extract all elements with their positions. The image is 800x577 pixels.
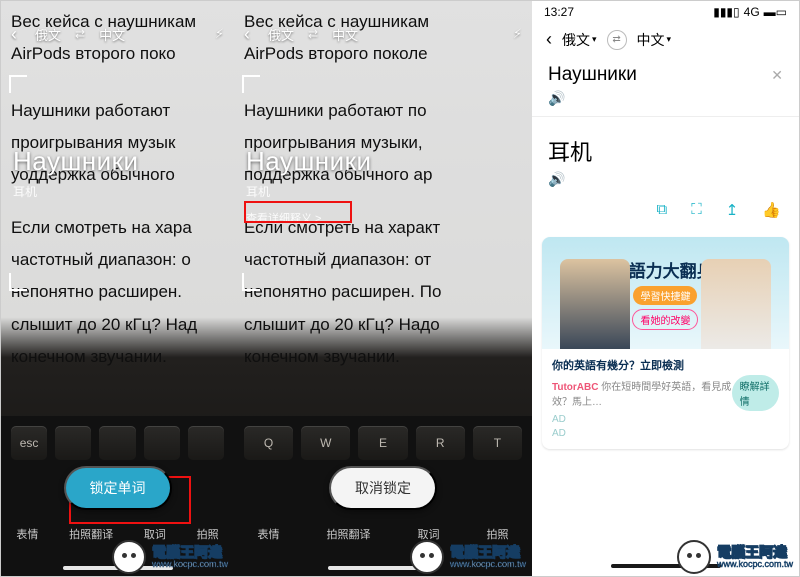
unlock-word-button[interactable]: 取消锁定 <box>329 466 437 510</box>
translate-topbar: ‹ 俄文 ⇄ 中文 ⚡︎ <box>11 19 224 49</box>
fullscreen-icon[interactable]: ⛶ <box>691 201 702 219</box>
tab-item[interactable]: 拍照翻译 <box>327 526 371 542</box>
flash-icon[interactable]: ⚡︎ <box>513 26 522 42</box>
ad-cta-button[interactable]: 瞭解詳情 <box>732 375 779 411</box>
translate-header: ‹ 俄文 ▾ ⇄ 中文 ▾ <box>532 23 799 60</box>
battery-icon: ▬▭ <box>764 5 787 19</box>
key[interactable]: W <box>301 426 350 460</box>
tab-item[interactable]: 表情 <box>258 526 280 542</box>
translate-topbar: ‹ 俄文 ⇄ 中文 ⚡︎ <box>244 19 522 49</box>
like-icon[interactable]: 👍 <box>762 201 781 219</box>
status-bar: 13:27 ▮▮▮▯ 4G ▬▭ <box>532 1 799 23</box>
action-bar: ⧉ ⛶ ↥ 👍 <box>532 197 799 231</box>
network-label: 4G <box>744 5 760 19</box>
detected-translation: 耳机 <box>13 183 226 200</box>
watermark-url: www.kocpc.com.tw <box>152 559 228 569</box>
signal-icon: ▮▮▮▯ <box>713 5 739 19</box>
copy-icon[interactable]: ⧉ <box>657 201 668 219</box>
ad-person-icon <box>701 259 771 349</box>
source-lang: 俄文 <box>562 30 590 50</box>
ad-badge: 學習快捷鍵 <box>633 286 697 305</box>
back-icon[interactable]: ‹ <box>546 29 552 50</box>
ad-question: 你的英語有幾分？立即檢測 <box>552 357 779 373</box>
chevron-down-icon: ▾ <box>592 34 597 45</box>
watermark-logo-icon <box>112 540 146 574</box>
source-lang-dropdown[interactable]: 俄文 ▾ <box>562 30 597 50</box>
watermark: 電腦王阿達 www.kocpc.com.tw <box>410 540 526 574</box>
ad-label: AD <box>552 414 779 425</box>
screenshot-3: 13:27 ▮▮▮▯ 4G ▬▭ ‹ 俄文 ▾ ⇄ 中文 ▾ Наушники … <box>532 1 799 576</box>
key[interactable] <box>55 426 91 460</box>
annotation-box <box>244 201 352 223</box>
target-lang: 中文 <box>637 30 665 50</box>
bg-line: конечном звучании. <box>11 344 224 370</box>
triptych: Вес кейса с наушникам AirPods второго по… <box>0 0 800 577</box>
watermark-name: 電腦王阿達 <box>717 545 793 559</box>
ad-person-icon <box>560 259 630 349</box>
source-word-card: Наушники ✕ 🔊 <box>532 60 799 117</box>
target-lang[interactable]: 中文 <box>332 25 358 44</box>
source-lang[interactable]: 俄文 <box>268 25 294 44</box>
target-lang-dropdown[interactable]: 中文 ▾ <box>637 30 672 50</box>
chevron-down-icon: ▾ <box>667 34 672 45</box>
watermark-name: 電腦王阿達 <box>450 545 526 559</box>
detected-word: Наушники <box>246 146 524 177</box>
detected-word: Наушники <box>13 146 226 177</box>
bg-line: слышит до 20 кГц? Надо <box>244 312 522 338</box>
bg-line: конечном звучании. <box>244 344 522 370</box>
detected-translation: 耳机 <box>246 183 524 200</box>
target-lang[interactable]: 中文 <box>99 25 125 44</box>
ad-card[interactable]: ⓘ ✕ 英語力大翻身! 學習快捷鍵 看她的改變 你的英語有幾分？立即檢測 Tut… <box>542 237 789 449</box>
key[interactable]: esc <box>11 426 47 460</box>
key[interactable] <box>144 426 180 460</box>
speak-source-icon[interactable]: 🔊 <box>548 90 565 107</box>
key[interactable] <box>188 426 224 460</box>
translation-card: 耳机 🔊 <box>532 117 799 197</box>
source-word: Наушники <box>548 64 637 86</box>
key[interactable]: E <box>358 426 407 460</box>
back-icon[interactable]: ‹ <box>11 24 17 45</box>
watermark-logo-icon <box>677 540 711 574</box>
status-time: 13:27 <box>544 5 574 19</box>
bg-line: слышит до 20 кГц? Над <box>11 312 224 338</box>
detected-word-overlay: Наушники 耳机 <box>13 146 226 200</box>
swap-icon[interactable]: ⇄ <box>308 27 318 41</box>
source-lang[interactable]: 俄文 <box>35 25 61 44</box>
key[interactable]: R <box>416 426 465 460</box>
tab-item[interactable]: 拍照翻译 <box>69 526 113 542</box>
watermark-url: www.kocpc.com.tw <box>717 559 793 569</box>
key[interactable] <box>99 426 135 460</box>
clear-icon[interactable]: ✕ <box>771 67 783 84</box>
ad-hero-image: 英語力大翻身! 學習快捷鍵 看她的改變 <box>542 237 789 349</box>
ad-brand: TutorABC <box>552 382 598 393</box>
swap-icon[interactable]: ⇄ <box>607 30 627 50</box>
screenshot-2: Вес кейса с наушникам AirPods второго по… <box>234 1 532 576</box>
ad-label: AD <box>552 428 779 439</box>
translation-text: 耳机 <box>548 135 783 167</box>
lock-word-button[interactable]: 锁定单词 <box>64 466 172 510</box>
share-icon[interactable]: ↥ <box>726 201 739 219</box>
tab-item[interactable]: 表情 <box>16 526 38 542</box>
watermark: 電腦王阿達 www.kocpc.com.tw <box>112 540 228 574</box>
watermark-url: www.kocpc.com.tw <box>450 559 526 569</box>
key[interactable]: Q <box>244 426 293 460</box>
watermark: 電腦王阿達 www.kocpc.com.tw <box>677 540 793 574</box>
speak-translation-icon[interactable]: 🔊 <box>548 171 565 188</box>
flash-icon[interactable]: ⚡︎ <box>215 26 224 42</box>
watermark-name: 電腦王阿達 <box>152 545 228 559</box>
watermark-logo-icon <box>410 540 444 574</box>
back-icon[interactable]: ‹ <box>244 24 250 45</box>
swap-icon[interactable]: ⇄ <box>75 27 85 41</box>
ad-badge: 看她的改變 <box>632 309 698 330</box>
key[interactable]: T <box>473 426 522 460</box>
screenshot-1: Вес кейса с наушникам AirPods второго по… <box>1 1 234 576</box>
